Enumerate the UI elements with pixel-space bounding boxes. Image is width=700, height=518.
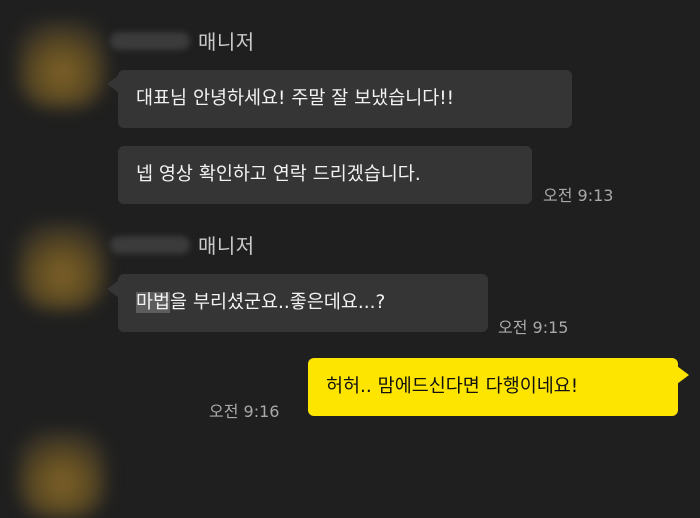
chat-area[interactable]: 매니저 대표님 안녕하세요! 주말 잘 보냈습니다!! 넵 영상 확인하고 연락… <box>0 0 700 518</box>
timestamp: 오전 9:16 <box>209 402 280 421</box>
sender-name-blurred <box>110 236 190 254</box>
sender-name-suffix: 매니저 <box>198 30 255 54</box>
timestamp: 오전 9:15 <box>498 318 569 337</box>
sender-name-blurred <box>110 32 190 50</box>
my-message-bubble[interactable]: 허허.. 맘에드신다면 다행이네요! <box>308 358 678 416</box>
selected-text[interactable]: 마법 <box>136 292 171 313</box>
timestamp: 오전 9:13 <box>543 186 614 205</box>
sender-name-suffix: 매니저 <box>198 234 255 258</box>
avatar[interactable] <box>18 20 106 108</box>
message-bubble[interactable]: 넵 영상 확인하고 연락 드리겠습니다. <box>118 146 532 204</box>
avatar[interactable] <box>18 430 106 518</box>
my-message-bubble-tail <box>677 366 689 384</box>
message-bubble[interactable]: 마법을 부리셨군요..좋은데요...? <box>118 274 488 332</box>
message-bubble[interactable]: 대표님 안녕하세요! 주말 잘 보냈습니다!! <box>118 70 572 128</box>
message-text: 을 부리셨군요..좋은데요...? <box>170 292 386 313</box>
avatar[interactable] <box>18 222 106 310</box>
